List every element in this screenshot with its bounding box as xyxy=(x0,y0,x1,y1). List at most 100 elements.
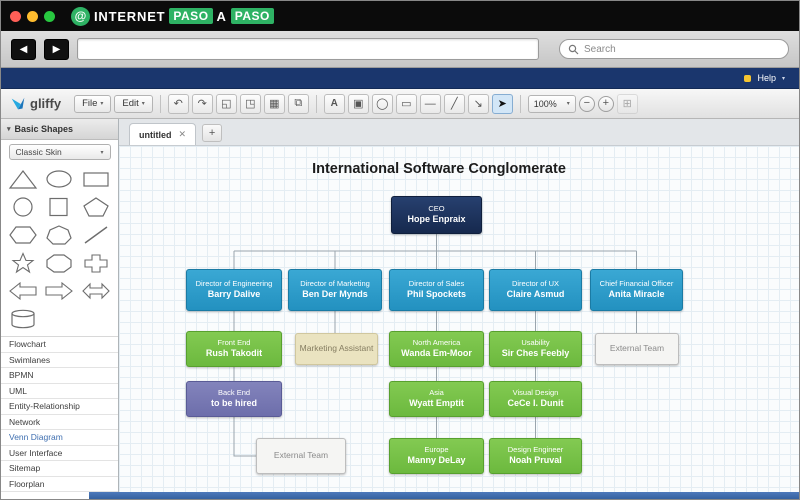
gliffy-logo-text: gliffy xyxy=(30,96,62,111)
sidebar-item-swimlanes[interactable]: Swimlanes xyxy=(1,353,118,368)
node-name: Noah Pruval xyxy=(509,455,562,466)
fit-to-screen-button[interactable]: ◱ xyxy=(215,93,237,114)
shape-octagon[interactable] xyxy=(41,249,77,276)
sidebar-item-floorplan[interactable]: Floorplan xyxy=(1,477,118,492)
back-icon: ◀ xyxy=(19,43,28,55)
line-tool-button[interactable]: ╱ xyxy=(443,93,465,114)
shape-arrow-left[interactable] xyxy=(5,277,41,304)
fullscreen-icon: ◳ xyxy=(245,98,256,110)
chevron-down-icon: ▾ xyxy=(781,75,785,82)
org-node-usability[interactable]: Usability Sir Ches Feebly xyxy=(489,331,582,367)
sidebar-item-bpmn[interactable]: BPMN xyxy=(1,368,118,384)
sidebar-item-sitemap[interactable]: Sitemap xyxy=(1,461,118,477)
org-node-back-end[interactable]: Back End to be hired xyxy=(186,381,282,417)
fit-page-button: ⊞ xyxy=(616,93,638,114)
shape-square[interactable] xyxy=(41,193,77,220)
org-node-ceo[interactable]: CEO Hope Enpraix xyxy=(391,196,482,234)
shape-star[interactable] xyxy=(5,249,41,276)
fullscreen-button[interactable]: ◳ xyxy=(239,93,261,114)
node-name: Hope Enpraix xyxy=(407,214,466,225)
forward-button[interactable]: ▶ xyxy=(44,38,69,60)
zoom-out-icon: − xyxy=(583,97,590,109)
minimize-window-button[interactable] xyxy=(27,10,38,22)
org-node-cfo[interactable]: Chief Financial Officer Anita Miracle xyxy=(590,269,683,311)
new-tab-button[interactable]: + xyxy=(202,124,223,142)
org-node-director-engineering[interactable]: Director of Engineering Barry Dalive xyxy=(186,269,282,311)
square-icon xyxy=(49,197,69,216)
search-box[interactable] xyxy=(559,39,789,59)
shape-line[interactable] xyxy=(78,221,114,248)
grid-icon: ▦ xyxy=(269,98,280,110)
heptagon-icon xyxy=(46,224,73,245)
org-node-director-marketing[interactable]: Director of Marketing Ben Der Mynds xyxy=(288,269,382,311)
sidebar-item-user-interface[interactable]: User Interface xyxy=(1,446,118,461)
zoom-window-button[interactable] xyxy=(44,10,55,22)
org-node-front-end[interactable]: Front End Rush Takodit xyxy=(186,331,282,367)
shape-arrow-right[interactable] xyxy=(41,277,77,304)
help-menu[interactable]: Help xyxy=(757,73,776,83)
node-name: External Team xyxy=(273,450,329,461)
chevron-down-icon: ▾ xyxy=(566,101,570,107)
shape-circle[interactable] xyxy=(5,193,41,220)
sidebar-header[interactable]: ▾ Basic Shapes xyxy=(1,119,118,140)
connector-tool-button[interactable]: ↘ xyxy=(467,93,489,114)
node-name: to be hired xyxy=(210,398,257,409)
org-node-marketing-assistant[interactable]: Marketing Assistant xyxy=(295,333,378,365)
sidebar-item-flowchart[interactable]: Flowchart xyxy=(1,337,118,353)
org-node-external-team-cfo[interactable]: External Team xyxy=(595,333,679,365)
ellipse-icon xyxy=(46,169,73,188)
close-window-button[interactable] xyxy=(10,10,21,22)
fit-to-screen-icon: ◱ xyxy=(221,98,232,110)
zoom-out-button[interactable]: − xyxy=(578,95,595,112)
tab-untitled[interactable]: untitled ✕ xyxy=(129,123,197,145)
fit-page-icon: ⊞ xyxy=(622,98,632,110)
skin-selector[interactable]: Classic Skin ▾ xyxy=(8,144,111,160)
file-menu[interactable]: File ▾ xyxy=(74,94,112,113)
shape-tool-button[interactable]: ◯ xyxy=(371,93,393,114)
double-arrow-icon xyxy=(82,282,110,299)
back-button[interactable]: ◀ xyxy=(11,38,36,60)
zoom-in-button[interactable]: + xyxy=(597,95,614,112)
shape-pentagon[interactable] xyxy=(78,193,114,220)
tab-close-icon[interactable]: ✕ xyxy=(179,129,187,140)
edit-menu[interactable]: Edit ▾ xyxy=(114,94,153,113)
org-node-north-america[interactable]: North America Wanda Em-Moor xyxy=(389,331,484,367)
horizontal-scrollbar[interactable] xyxy=(89,492,799,499)
org-node-asia[interactable]: Asia Wyatt Emptit xyxy=(389,381,484,417)
rect-tool-button[interactable]: ▭ xyxy=(395,93,417,114)
shape-cylinder[interactable] xyxy=(5,305,41,332)
sidebar-title: Basic Shapes xyxy=(14,124,74,134)
sidebar-item-entity-relationship[interactable]: Entity-Relationship xyxy=(1,399,118,415)
shape-arrow-double[interactable] xyxy=(78,277,114,304)
shape-ellipse[interactable] xyxy=(41,165,77,192)
brand-word-paso1: PASO xyxy=(169,8,213,24)
sidebar-item-venn-diagram[interactable]: Venn Diagram xyxy=(1,430,118,446)
shape-rectangle[interactable] xyxy=(78,165,114,192)
undo-button[interactable]: ↶ xyxy=(167,93,189,114)
shape-heptagon[interactable] xyxy=(41,221,77,248)
shape-hexagon[interactable] xyxy=(5,221,41,248)
org-node-visual-design[interactable]: Visual Design CeCe I. Dunit xyxy=(489,381,582,417)
duplicate-button[interactable]: ⧉ xyxy=(287,93,309,114)
org-node-director-sales[interactable]: Director of Sales Phil Spockets xyxy=(389,269,484,311)
text-tool-button[interactable]: A xyxy=(323,93,345,114)
line-style-button[interactable]: — xyxy=(419,93,441,114)
pentagon-icon xyxy=(83,196,109,217)
window-titlebar: @ INTERNET PASO A PASO xyxy=(1,1,799,31)
diagram-canvas[interactable]: International Software Conglomerate CEO … xyxy=(119,146,799,499)
org-node-director-ux[interactable]: Director of UX Claire Asmud xyxy=(489,269,582,311)
sidebar-item-network[interactable]: Network xyxy=(1,415,118,430)
pointer-tool-button[interactable]: ➤ xyxy=(491,93,513,114)
shape-triangle[interactable] xyxy=(5,165,41,192)
org-node-external-team-backend[interactable]: External Team xyxy=(256,438,346,474)
zoom-level-select[interactable]: 100% ▾ xyxy=(527,94,576,113)
grid-toggle-button[interactable]: ▦ xyxy=(263,93,285,114)
address-bar[interactable] xyxy=(77,38,539,60)
search-input[interactable] xyxy=(584,43,780,55)
shape-cross[interactable] xyxy=(78,249,114,276)
sidebar-item-uml[interactable]: UML xyxy=(1,384,118,399)
org-node-europe[interactable]: Europe Manny DeLay xyxy=(389,438,484,474)
org-node-design-engineer[interactable]: Design Engineer Noah Pruval xyxy=(489,438,582,474)
redo-button[interactable]: ↷ xyxy=(191,93,213,114)
fill-color-button[interactable]: ▣ xyxy=(347,93,369,114)
